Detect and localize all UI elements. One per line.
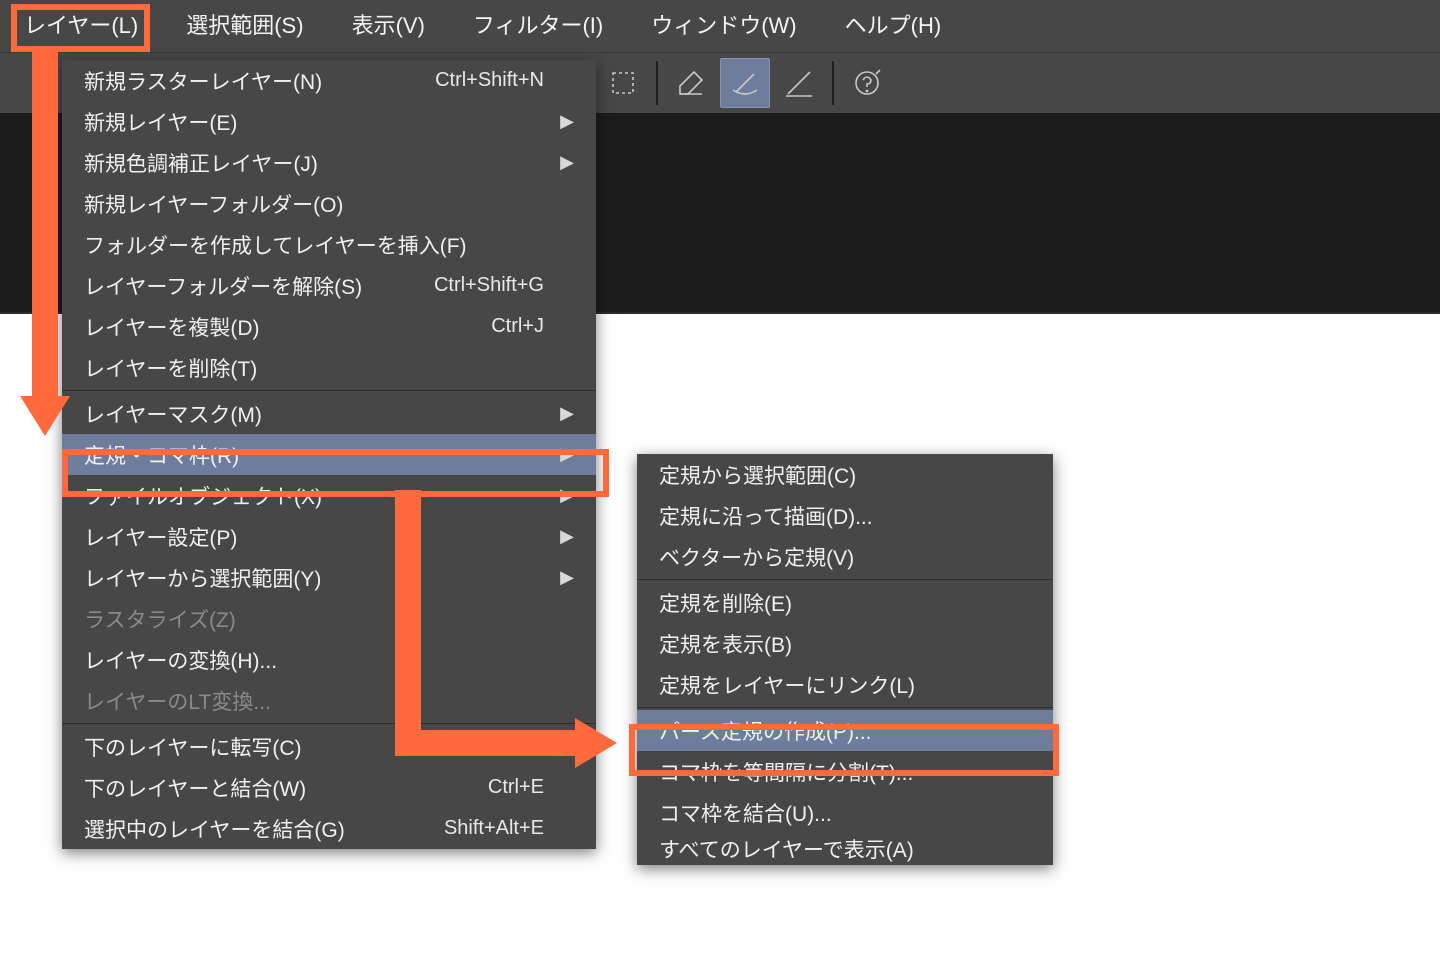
edit-line-icon[interactable] — [774, 58, 824, 108]
menu-item-label: パース定規の作成(P)... — [659, 716, 871, 746]
menu-item-selection-from-layer[interactable]: レイヤーから選択範囲(Y) ▶ — [62, 557, 596, 598]
menu-item-label: 定規に沿って描画(D)... — [659, 501, 873, 531]
menu-item-label: 新規色調補正レイヤー(J) — [84, 148, 318, 178]
menu-item-label: ベクターから定規(V) — [659, 542, 854, 572]
menu-separator — [62, 723, 596, 724]
menu-item-label: 下のレイヤーと結合(W) — [84, 773, 306, 803]
menu-layer[interactable]: レイヤー(L) — [0, 0, 162, 52]
menu-shortcut: Ctrl+Shift+G — [434, 274, 544, 297]
menu-item-label: レイヤーフォルダーを解除(S) — [84, 271, 362, 301]
submenu-item-draw-along-ruler[interactable]: 定規に沿って描画(D)... — [637, 495, 1053, 536]
submenu-item-delete-ruler[interactable]: 定規を削除(E) — [637, 582, 1053, 623]
menu-item-new-layer[interactable]: 新規レイヤー(E) ▶ — [62, 101, 596, 142]
menu-item-convert-layer[interactable]: レイヤーの変換(H)... — [62, 639, 596, 680]
menu-item-label: 定規から選択範囲(C) — [659, 460, 856, 490]
menu-item-layer-mask[interactable]: レイヤーマスク(M) ▶ — [62, 393, 596, 434]
menu-item-create-folder-insert-layer[interactable]: フォルダーを作成してレイヤーを挿入(F) — [62, 224, 596, 265]
menu-item-label: 定規・コマ枠(R) — [84, 440, 239, 470]
chevron-right-icon: ▶ — [560, 567, 574, 588]
menu-shortcut: Ctrl+J — [491, 315, 544, 338]
menu-item-lt-convert: レイヤーのLT変換... — [62, 680, 596, 721]
menu-separator — [637, 579, 1053, 580]
menu-item-label: レイヤーを複製(D) — [84, 312, 260, 342]
menu-item-label: コマ枠を等間隔に分割(T)... — [659, 757, 913, 787]
menu-item-layer-settings[interactable]: レイヤー設定(P) ▶ — [62, 516, 596, 557]
menu-item-rasterize: ラスタライズ(Z) — [62, 598, 596, 639]
chevron-right-icon: ▶ — [560, 403, 574, 424]
menu-item-merge-selected[interactable]: 選択中のレイヤーを結合(G) Shift+Alt+E — [62, 808, 596, 849]
menu-shortcut: Ctrl+Shift+N — [435, 69, 544, 92]
toolbar-separator — [656, 61, 658, 105]
menu-item-label: 定規をレイヤーにリンク(L) — [659, 670, 915, 700]
menu-item-label: すべてのレイヤーで表示(A) — [659, 834, 914, 864]
menu-item-delete-layer[interactable]: レイヤーを削除(T) — [62, 347, 596, 388]
menu-item-ungroup-layer-folder[interactable]: レイヤーフォルダーを解除(S) Ctrl+Shift+G — [62, 265, 596, 306]
submenu-item-selection-from-ruler[interactable]: 定規から選択範囲(C) — [637, 454, 1053, 495]
menu-item-ruler-frame[interactable]: 定規・コマ枠(R) ▶ — [62, 434, 596, 475]
layer-dropdown: 新規ラスターレイヤー(N) Ctrl+Shift+N 新規レイヤー(E) ▶ 新規… — [62, 60, 596, 849]
menu-separator — [62, 390, 596, 391]
menu-item-new-correction-layer[interactable]: 新規色調補正レイヤー(J) ▶ — [62, 142, 596, 183]
menu-item-label: 定規を削除(E) — [659, 588, 792, 618]
menu-view[interactable]: 表示(V) — [328, 0, 449, 52]
submenu-item-ruler-from-vector[interactable]: ベクターから定規(V) — [637, 536, 1053, 577]
chevron-right-icon: ▶ — [560, 526, 574, 547]
submenu-item-divide-frame[interactable]: コマ枠を等間隔に分割(T)... — [637, 751, 1053, 792]
selection-icon[interactable] — [598, 58, 648, 108]
ruler-submenu: 定規から選択範囲(C) 定規に沿って描画(D)... ベクターから定規(V) 定… — [637, 454, 1053, 865]
menu-item-new-raster-layer[interactable]: 新規ラスターレイヤー(N) Ctrl+Shift+N — [62, 60, 596, 101]
chevron-right-icon: ▶ — [560, 111, 574, 132]
menu-selection[interactable]: 選択範囲(S) — [162, 0, 327, 52]
menu-item-label: 新規ラスターレイヤー(N) — [84, 66, 322, 96]
help-bubble-icon[interactable] — [842, 58, 892, 108]
menu-item-label: レイヤーのLT変換... — [84, 686, 271, 716]
menu-separator — [637, 707, 1053, 708]
menu-help[interactable]: ヘルプ(H) — [821, 0, 966, 52]
menu-item-label: レイヤーマスク(M) — [84, 399, 262, 429]
pen-edit-icon[interactable] — [666, 58, 716, 108]
menu-item-merge-with-lower[interactable]: 下のレイヤーと結合(W) Ctrl+E — [62, 767, 596, 808]
menu-shortcut: Shift+Alt+E — [444, 817, 544, 840]
chevron-right-icon: ▶ — [560, 444, 574, 465]
menu-item-label: レイヤーから選択範囲(Y) — [84, 563, 321, 593]
menu-filter[interactable]: フィルター(I) — [449, 0, 627, 52]
menu-item-label: レイヤー設定(P) — [84, 522, 237, 552]
menu-shortcut: Ctrl+E — [488, 776, 544, 799]
submenu-item-show-ruler[interactable]: 定規を表示(B) — [637, 623, 1053, 664]
submenu-item-link-ruler-layer[interactable]: 定規をレイヤーにリンク(L) — [637, 664, 1053, 705]
brush-icon[interactable] — [720, 58, 770, 108]
toolbar-separator — [832, 61, 834, 105]
submenu-item-show-all-layers[interactable]: すべてのレイヤーで表示(A) — [637, 833, 1053, 865]
menubar: レイヤー(L) 選択範囲(S) 表示(V) フィルター(I) ウィンドウ(W) … — [0, 0, 1440, 52]
menu-item-label: 定規を表示(B) — [659, 629, 792, 659]
menu-window[interactable]: ウィンドウ(W) — [627, 0, 820, 52]
menu-item-transfer-to-lower[interactable]: 下のレイヤーに転写(C) — [62, 726, 596, 767]
menu-item-label: 選択中のレイヤーを結合(G) — [84, 814, 345, 844]
menu-item-label: コマ枠を結合(U)... — [659, 798, 832, 828]
chevron-right-icon: ▶ — [560, 152, 574, 173]
menu-item-label: ファイルオブジェクト(X) — [84, 481, 322, 511]
menu-item-duplicate-layer[interactable]: レイヤーを複製(D) Ctrl+J — [62, 306, 596, 347]
menu-item-label: 下のレイヤーに転写(C) — [84, 732, 302, 762]
chevron-right-icon: ▶ — [560, 485, 574, 506]
menu-item-label: フォルダーを作成してレイヤーを挿入(F) — [84, 230, 467, 260]
menu-item-label: 新規レイヤーフォルダー(O) — [84, 189, 343, 219]
menu-item-label: レイヤーの変換(H)... — [84, 645, 277, 675]
menu-item-file-object[interactable]: ファイルオブジェクト(X) ▶ — [62, 475, 596, 516]
menu-item-new-layer-folder[interactable]: 新規レイヤーフォルダー(O) — [62, 183, 596, 224]
submenu-item-create-perspective-ruler[interactable]: パース定規の作成(P)... — [637, 710, 1053, 751]
menu-item-label: レイヤーを削除(T) — [84, 353, 257, 383]
menu-item-label: ラスタライズ(Z) — [84, 604, 236, 634]
menu-item-label: 新規レイヤー(E) — [84, 107, 237, 137]
submenu-item-merge-frame[interactable]: コマ枠を結合(U)... — [637, 792, 1053, 833]
